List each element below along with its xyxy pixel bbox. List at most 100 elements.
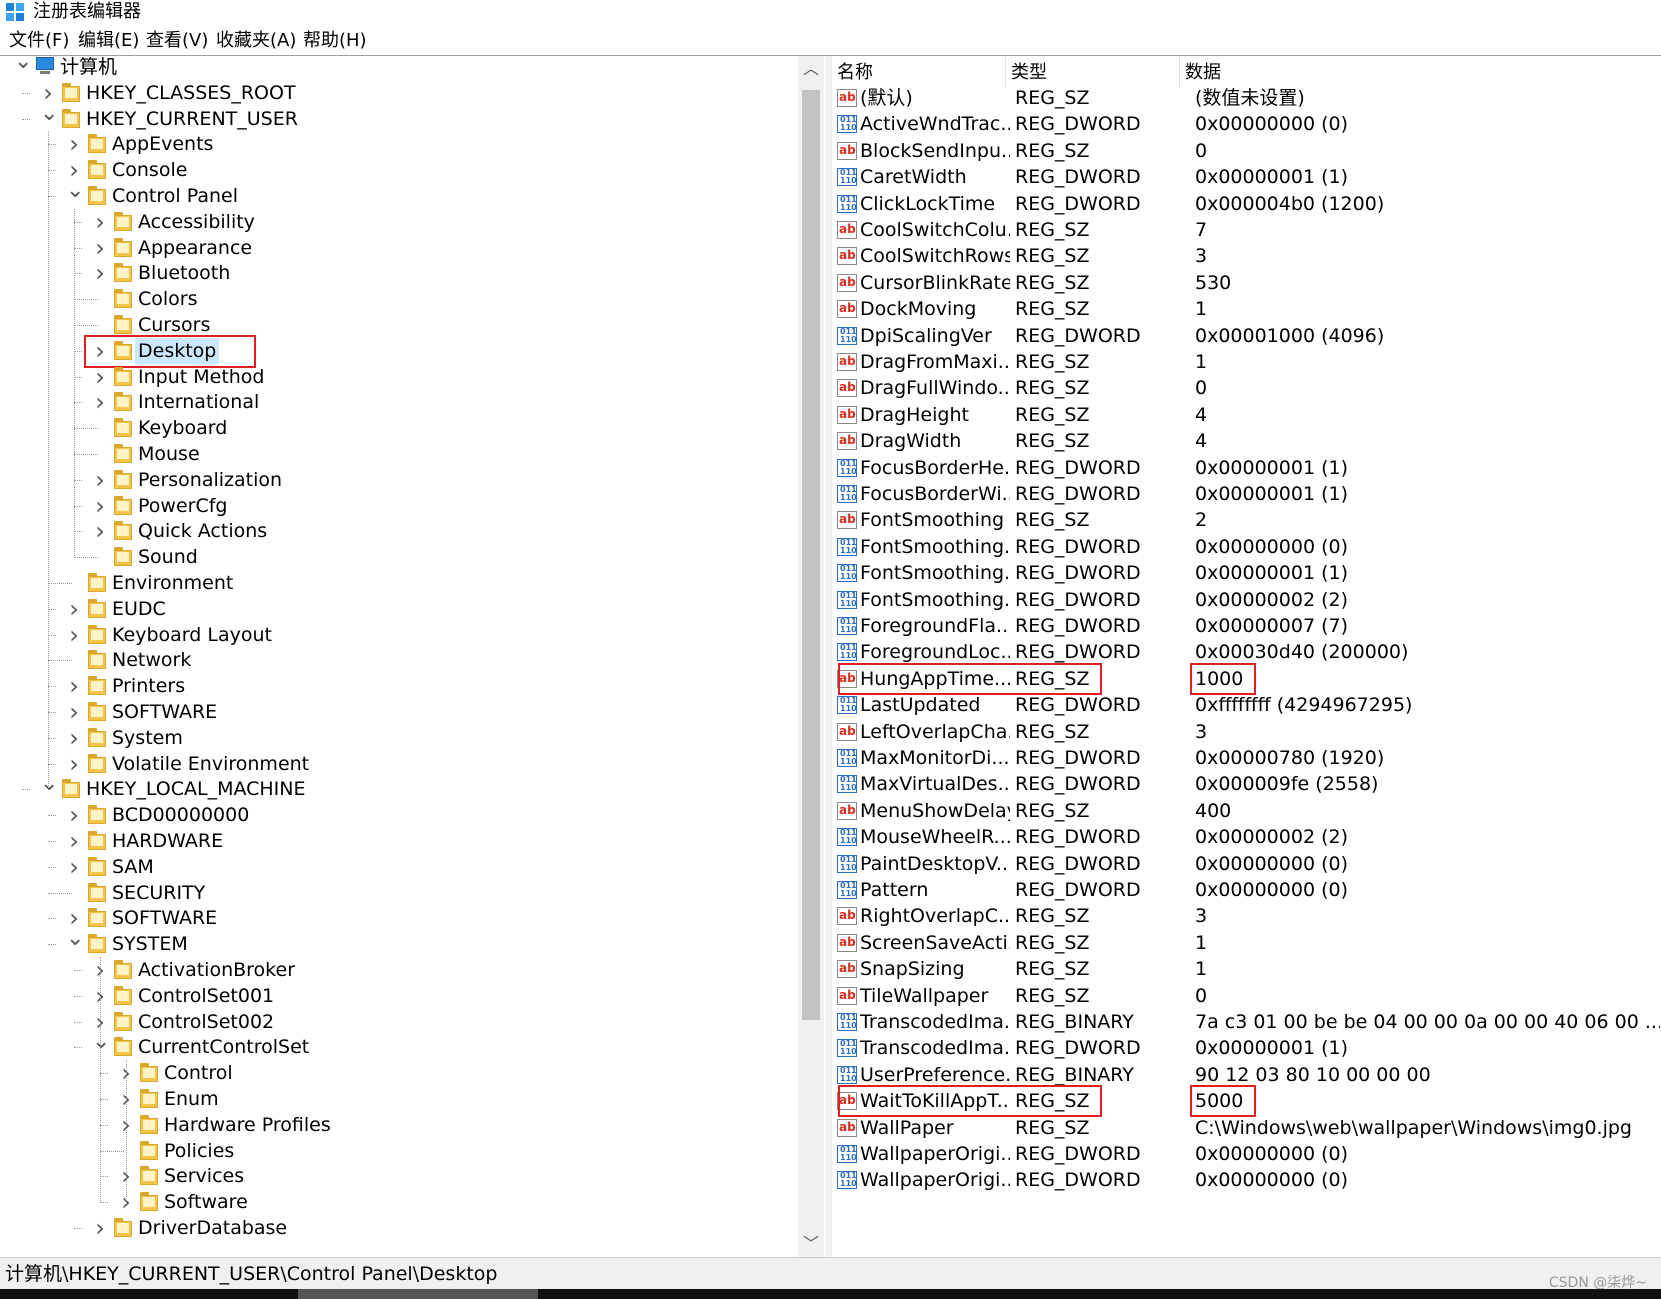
value-row[interactable]: 011 110 ForegroundFla... REG_DWORD 0x0000000…: [832, 612, 1661, 640]
tree-item[interactable]: › Printers: [2, 673, 802, 699]
tree-item[interactable]: Cursors: [2, 312, 802, 338]
chevron-right-icon[interactable]: ›: [92, 209, 108, 235]
value-row[interactable]: 011 110 TranscodedIma... REG_DWORD 0x0000000…: [832, 1034, 1661, 1062]
chevron-down-icon[interactable]: ⌄: [40, 102, 58, 132]
chevron-right-icon[interactable]: ›: [66, 725, 82, 751]
tree-item[interactable]: › HARDWARE: [2, 828, 802, 854]
tree-item[interactable]: SECURITY: [2, 880, 802, 906]
chevron-right-icon[interactable]: ›: [92, 1215, 108, 1241]
tree-item[interactable]: › AppEvents: [2, 131, 802, 157]
tree-item[interactable]: › SAM: [2, 854, 802, 880]
value-row[interactable]: 011 110 FontSmoothing... REG_DWORD 0x0000000…: [832, 559, 1661, 587]
value-row[interactable]: 011 110 TranscodedIma... REG_BINARY 7a c3 01…: [832, 1008, 1661, 1036]
value-row[interactable]: ab LeftOverlapCha... REG_SZ 3: [832, 718, 1661, 746]
tree-item[interactable]: › DriverDatabase: [2, 1215, 802, 1241]
value-row[interactable]: ab DockMoving REG_SZ 1: [832, 295, 1661, 323]
value-row[interactable]: ab DragHeight REG_SZ 4: [832, 401, 1661, 429]
chevron-right-icon[interactable]: ›: [92, 467, 108, 493]
tree-item[interactable]: Policies: [2, 1138, 802, 1164]
tree-item[interactable]: › Appearance: [2, 235, 802, 261]
tree-item[interactable]: › System: [2, 725, 802, 751]
value-row[interactable]: ab ScreenSaveActi... REG_SZ 1: [832, 929, 1661, 957]
value-row[interactable]: ab DragFullWindo... REG_SZ 0: [832, 374, 1661, 402]
value-row[interactable]: 011 110 PaintDesktopV... REG_DWORD 0x0000000…: [832, 850, 1661, 878]
tree-item[interactable]: › Services: [2, 1163, 802, 1189]
chevron-right-icon[interactable]: ›: [92, 235, 108, 261]
value-row[interactable]: 011 110 MaxMonitorDi... REG_DWORD 0x00000780…: [832, 744, 1661, 772]
tree-item[interactable]: › Bluetooth: [2, 260, 802, 286]
chevron-right-icon[interactable]: ›: [92, 338, 108, 364]
menu-favorites[interactable]: 收藏夹(A): [216, 27, 296, 55]
menu-edit[interactable]: 编辑(E): [78, 27, 139, 55]
tree-item[interactable]: › ControlSet001: [2, 983, 802, 1009]
tree-item[interactable]: Mouse: [2, 441, 802, 467]
value-row[interactable]: ab DragWidth REG_SZ 4: [832, 427, 1661, 455]
tree-item[interactable]: › Enum: [2, 1086, 802, 1112]
key-tree[interactable]: ⌄ 计算机 › HKEY_CLASSES_ROOT ⌄ HKEY_CURRENT_USER…: [2, 56, 827, 1257]
chevron-right-icon[interactable]: ›: [92, 493, 108, 519]
chevron-right-icon[interactable]: ›: [92, 260, 108, 286]
value-row[interactable]: 011 110 WallpaperOrigi... REG_DWORD 0x000000…: [832, 1166, 1661, 1194]
scrollbar-thumb[interactable]: [802, 90, 820, 1020]
value-row[interactable]: 011 110 DpiScalingVer REG_DWORD 0x00001000 (…: [832, 322, 1661, 350]
tree-item[interactable]: ⌄ Control Panel: [2, 180, 802, 209]
tree-item[interactable]: › Input Method: [2, 364, 802, 390]
chevron-right-icon[interactable]: ›: [66, 802, 82, 828]
value-row[interactable]: ab WallPaper REG_SZ C:\Windows\web\wallpape…: [832, 1114, 1661, 1142]
tree-item[interactable]: Environment: [2, 570, 802, 596]
value-list[interactable]: 名称 类型 数据 ab (默认) REG_SZ (数值未设置) 011 110 Active…: [832, 56, 1661, 1257]
tree-item[interactable]: › Quick Actions: [2, 518, 802, 544]
chevron-right-icon[interactable]: ›: [66, 699, 82, 725]
tree-item[interactable]: › Keyboard Layout: [2, 622, 802, 648]
tree-item[interactable]: › EUDC: [2, 596, 802, 622]
value-row[interactable]: ab CoolSwitchColu... REG_SZ 7: [832, 216, 1661, 244]
value-row[interactable]: 011 110 ClickLockTime REG_DWORD 0x000004b0 (…: [832, 190, 1661, 218]
value-row[interactable]: 011 110 FocusBorderHe... REG_DWORD 0x0000000…: [832, 454, 1661, 482]
menu-view[interactable]: 查看(V): [146, 27, 208, 55]
tree-item[interactable]: ⌄ HKEY_CURRENT_USER: [2, 102, 802, 132]
chevron-right-icon[interactable]: ›: [92, 364, 108, 390]
chevron-right-icon[interactable]: ›: [66, 854, 82, 880]
value-row[interactable]: ab FontSmoothing REG_SZ 2: [832, 506, 1661, 534]
tree-item[interactable]: › Console: [2, 157, 802, 183]
value-row[interactable]: 011 110 ActiveWndTrac... REG_DWORD 0x0000000…: [832, 110, 1661, 138]
tree-item[interactable]: Colors: [2, 286, 802, 312]
value-row[interactable]: ab BlockSendInpu... REG_SZ 0: [832, 137, 1661, 165]
tree-item[interactable]: › BCD00000000: [2, 802, 802, 828]
tree-item[interactable]: › PowerCfg: [2, 493, 802, 519]
value-row[interactable]: ab CoolSwitchRows REG_SZ 3: [832, 242, 1661, 270]
value-row[interactable]: ab HungAppTime... REG_SZ 1000: [832, 665, 1661, 693]
value-row[interactable]: 011 110 UserPreference... REG_BINARY 90 12 0…: [832, 1061, 1661, 1089]
tree-item[interactable]: › SOFTWARE: [2, 905, 802, 931]
tree-item[interactable]: › HKEY_CLASSES_ROOT: [2, 80, 802, 106]
value-row[interactable]: 011 110 CaretWidth REG_DWORD 0x00000001 (1): [832, 163, 1661, 191]
value-row[interactable]: 011 110 ForegroundLoc... REG_DWORD 0x00030d4…: [832, 638, 1661, 666]
scroll-up-icon[interactable]: ︿: [798, 58, 824, 80]
tree-item[interactable]: › ControlSet002: [2, 1009, 802, 1035]
value-row[interactable]: ab DragFromMaxi... REG_SZ 1: [832, 348, 1661, 376]
scroll-down-icon[interactable]: ﹀: [798, 1233, 824, 1255]
chevron-right-icon[interactable]: ›: [66, 622, 82, 648]
tree-item[interactable]: › Volatile Environment: [2, 751, 802, 777]
value-row[interactable]: ab SnapSizing REG_SZ 1: [832, 955, 1661, 983]
tree-item[interactable]: › International: [2, 389, 802, 415]
value-row[interactable]: 011 110 WallpaperOrigi... REG_DWORD 0x000000…: [832, 1140, 1661, 1168]
value-row[interactable]: 011 110 LastUpdated REG_DWORD 0xffffffff (42…: [832, 691, 1661, 719]
chevron-right-icon[interactable]: ›: [66, 596, 82, 622]
value-row[interactable]: 011 110 MaxVirtualDes... REG_DWORD 0x000009f…: [832, 770, 1661, 798]
chevron-right-icon[interactable]: ›: [92, 389, 108, 415]
value-row[interactable]: 011 110 FontSmoothing... REG_DWORD 0x0000000…: [832, 586, 1661, 614]
tree-item[interactable]: › Software: [2, 1189, 802, 1215]
value-row[interactable]: ab (默认) REG_SZ (数值未设置): [832, 84, 1661, 112]
tree-item[interactable]: › Hardware Profiles: [2, 1112, 802, 1138]
tree-scrollbar[interactable]: ︿ ﹀: [798, 56, 824, 1257]
chevron-down-icon[interactable]: ⌄: [66, 180, 84, 209]
tree-item[interactable]: › Personalization: [2, 467, 802, 493]
tree-item[interactable]: ⌄ SYSTEM: [2, 928, 802, 957]
tree-item[interactable]: Network: [2, 647, 802, 673]
tree-item[interactable]: › Control: [2, 1060, 802, 1086]
value-row[interactable]: 011 110 MouseWheelR... REG_DWORD 0x00000002 …: [832, 823, 1661, 851]
chevron-right-icon[interactable]: ›: [66, 131, 82, 157]
value-row[interactable]: ab RightOverlapC... REG_SZ 3: [832, 902, 1661, 930]
chevron-right-icon[interactable]: ›: [66, 673, 82, 699]
